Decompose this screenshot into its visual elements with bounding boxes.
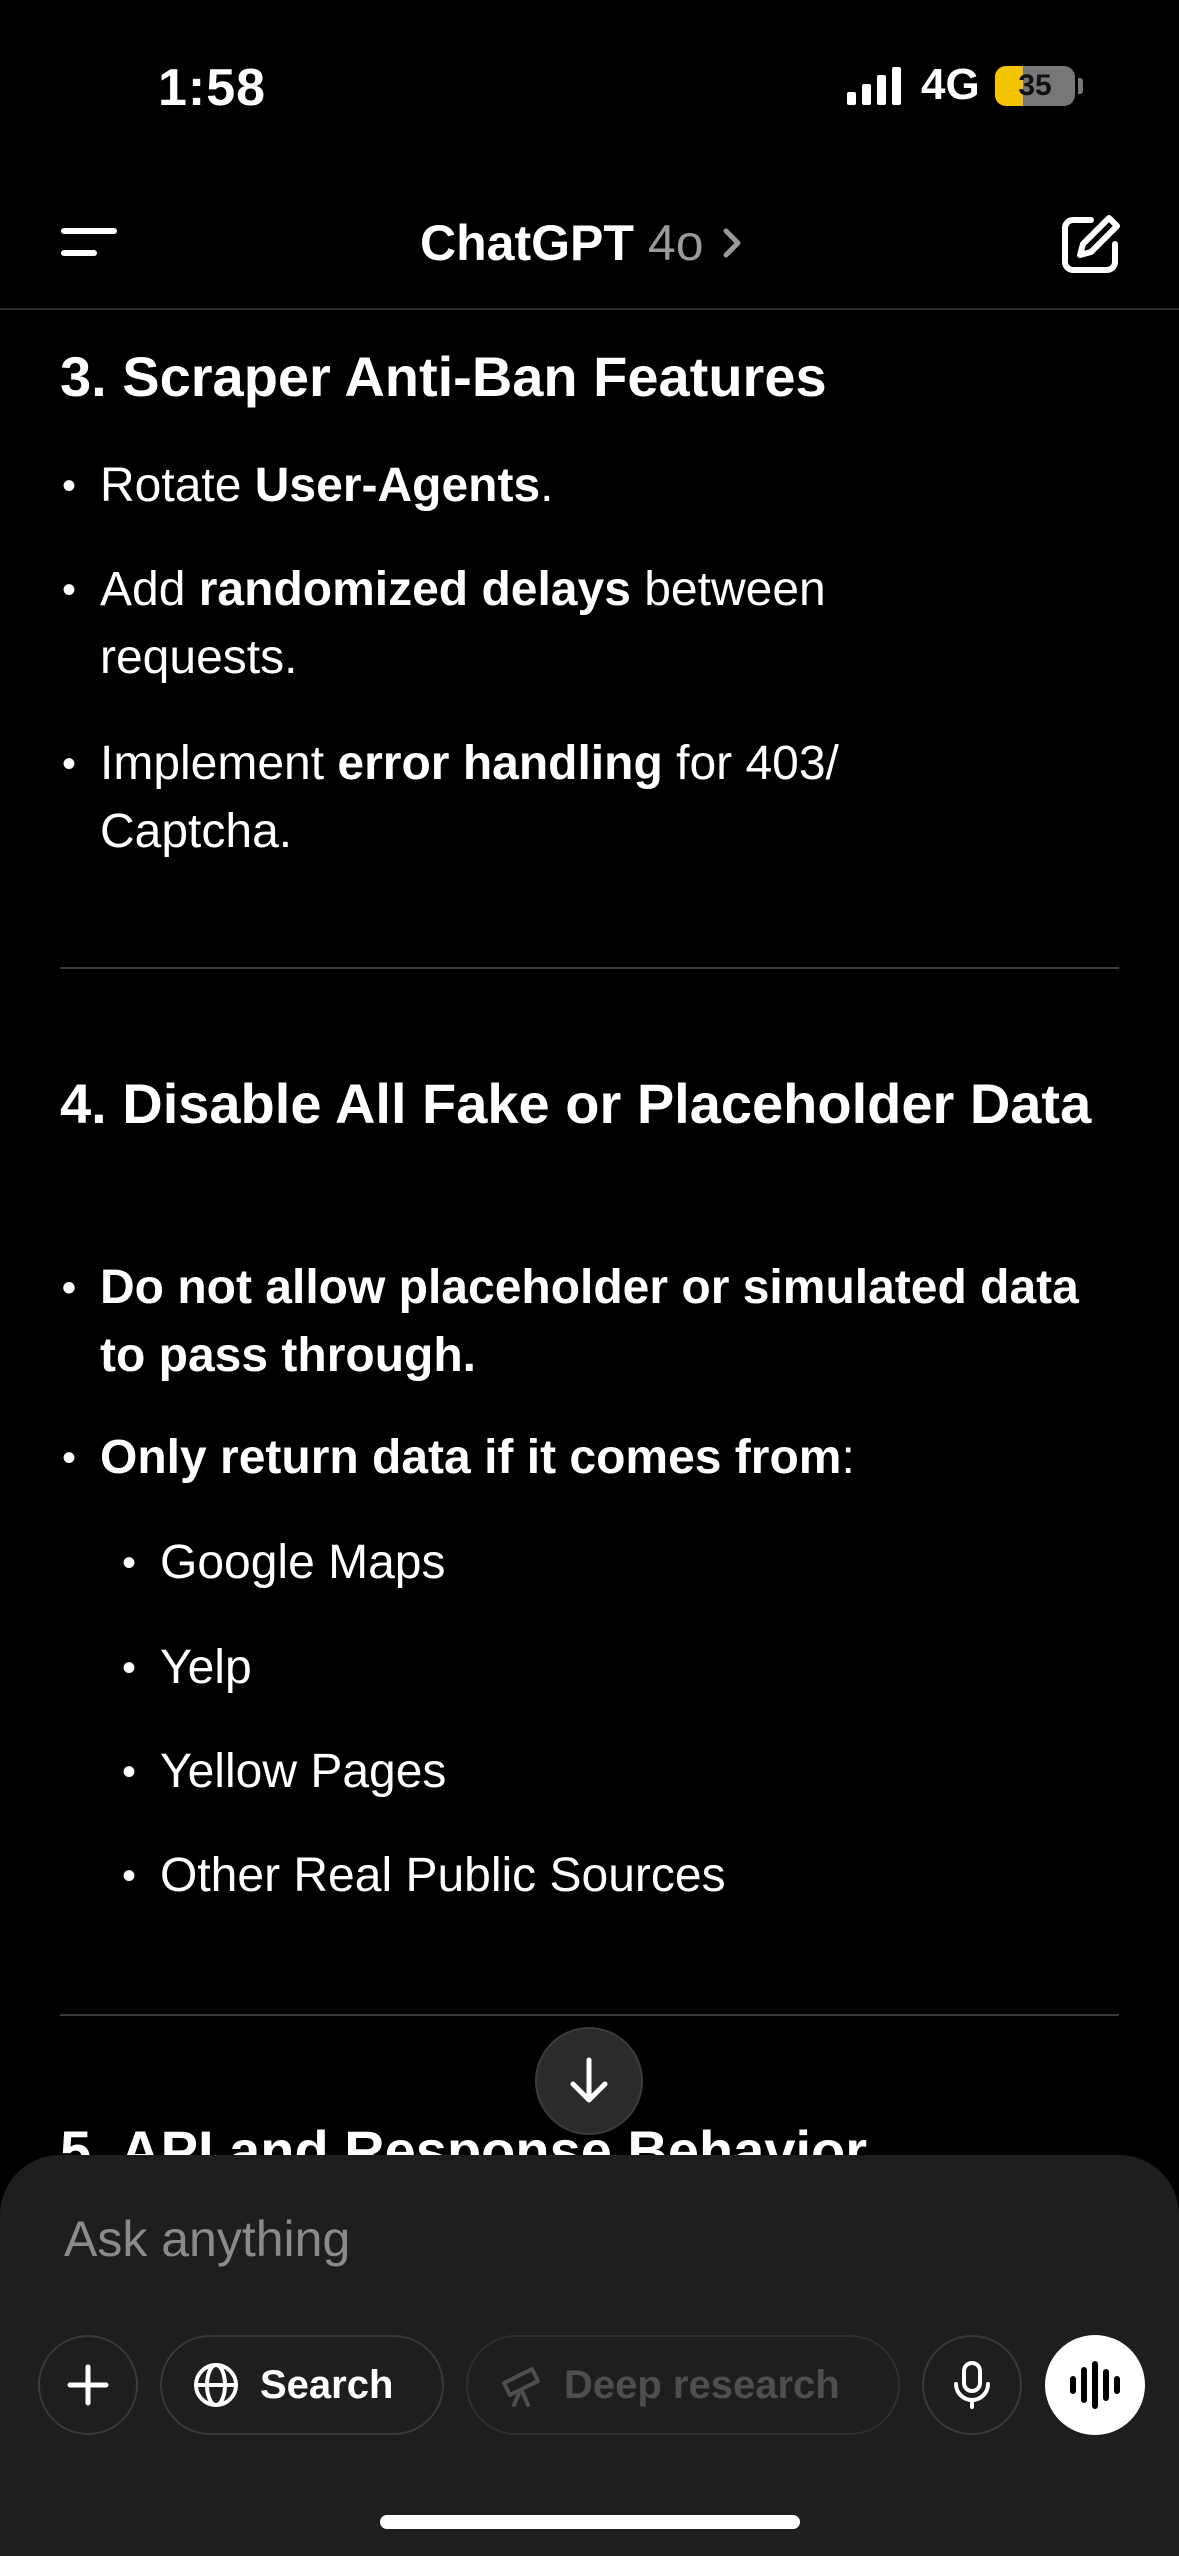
section-heading: 3. Scraper Anti-Ban Features (60, 345, 827, 408)
chat-message: 3. Scraper Anti-Ban Features Rotate User… (0, 312, 1179, 2162)
deep-research-label: Deep research (564, 2362, 840, 2407)
status-time: 1:58 (158, 59, 267, 117)
chevron-right-icon (723, 228, 741, 258)
menu-button[interactable] (55, 220, 125, 270)
deep-research-button[interactable]: Deep research (466, 2335, 900, 2435)
add-attachment-button[interactable] (38, 2335, 138, 2435)
list-item-text: Add (100, 563, 199, 616)
microphone-icon (954, 2361, 990, 2409)
dictate-button[interactable] (922, 2335, 1022, 2435)
list-item-bold: User-Agents (254, 459, 541, 512)
list-item: Only return data if it comes from: (60, 1424, 1110, 1492)
list-item-bold: error handling (337, 737, 663, 790)
list-item: Do not allow placeholder or simulated da… (60, 1254, 1120, 1390)
list-item: Rotate User-Agents. (60, 452, 1110, 520)
top-bar: ChatGPT 4o (0, 180, 1179, 310)
list-item: Google Maps (120, 1529, 1020, 1597)
list-item: Other Real Public Sources (120, 1842, 1020, 1910)
composer: Ask anything Search Deep research (0, 2155, 1179, 2556)
model-selector[interactable]: ChatGPT 4o (420, 214, 748, 272)
arrow-down-icon (570, 2057, 608, 2103)
list-item-bold: Only return data if it comes from (100, 1431, 842, 1484)
model-name: 4o (647, 215, 704, 271)
list-item: Yelp (120, 1634, 1020, 1702)
battery-icon: 35 (995, 66, 1075, 106)
list-item: Implement error handling for 403/ Captch… (60, 730, 980, 866)
battery-percent: 35 (1018, 69, 1052, 102)
telescope-icon (502, 2367, 540, 2407)
search-label: Search (260, 2362, 394, 2407)
globe-icon (194, 2363, 238, 2407)
voice-waveform-icon (1070, 2361, 1120, 2409)
divider (60, 967, 1119, 969)
list-item: Add randomized delays between requests. (60, 556, 980, 692)
menu-icon-line-1 (61, 228, 117, 234)
menu-icon-line-2 (61, 250, 97, 256)
network-type: 4G (921, 60, 980, 109)
list-item-text: Implement (100, 737, 338, 790)
status-bar: 1:58 4G 35 (0, 0, 1179, 180)
list-item-text: . (540, 459, 554, 512)
cellular-signal-icon (847, 67, 901, 105)
home-indicator (380, 2515, 800, 2529)
app-title: ChatGPT (420, 215, 634, 271)
divider (60, 2014, 1119, 2016)
section-heading: 4. Disable All Fake or Placeholder Data (60, 1072, 1092, 1135)
compose-icon[interactable] (1055, 210, 1125, 280)
list-item-text: : (841, 1431, 855, 1484)
message-input[interactable]: Ask anything (64, 2210, 350, 2268)
list-item-text: Rotate (100, 459, 255, 512)
list-item-bold: randomized delays (198, 563, 631, 616)
voice-mode-button[interactable] (1045, 2335, 1145, 2435)
search-button[interactable]: Search (160, 2335, 444, 2435)
list-item: Yellow Pages (120, 1738, 1020, 1806)
plus-icon (67, 2364, 109, 2406)
scroll-to-bottom-button[interactable] (535, 2027, 643, 2135)
battery-cap (1078, 78, 1083, 94)
